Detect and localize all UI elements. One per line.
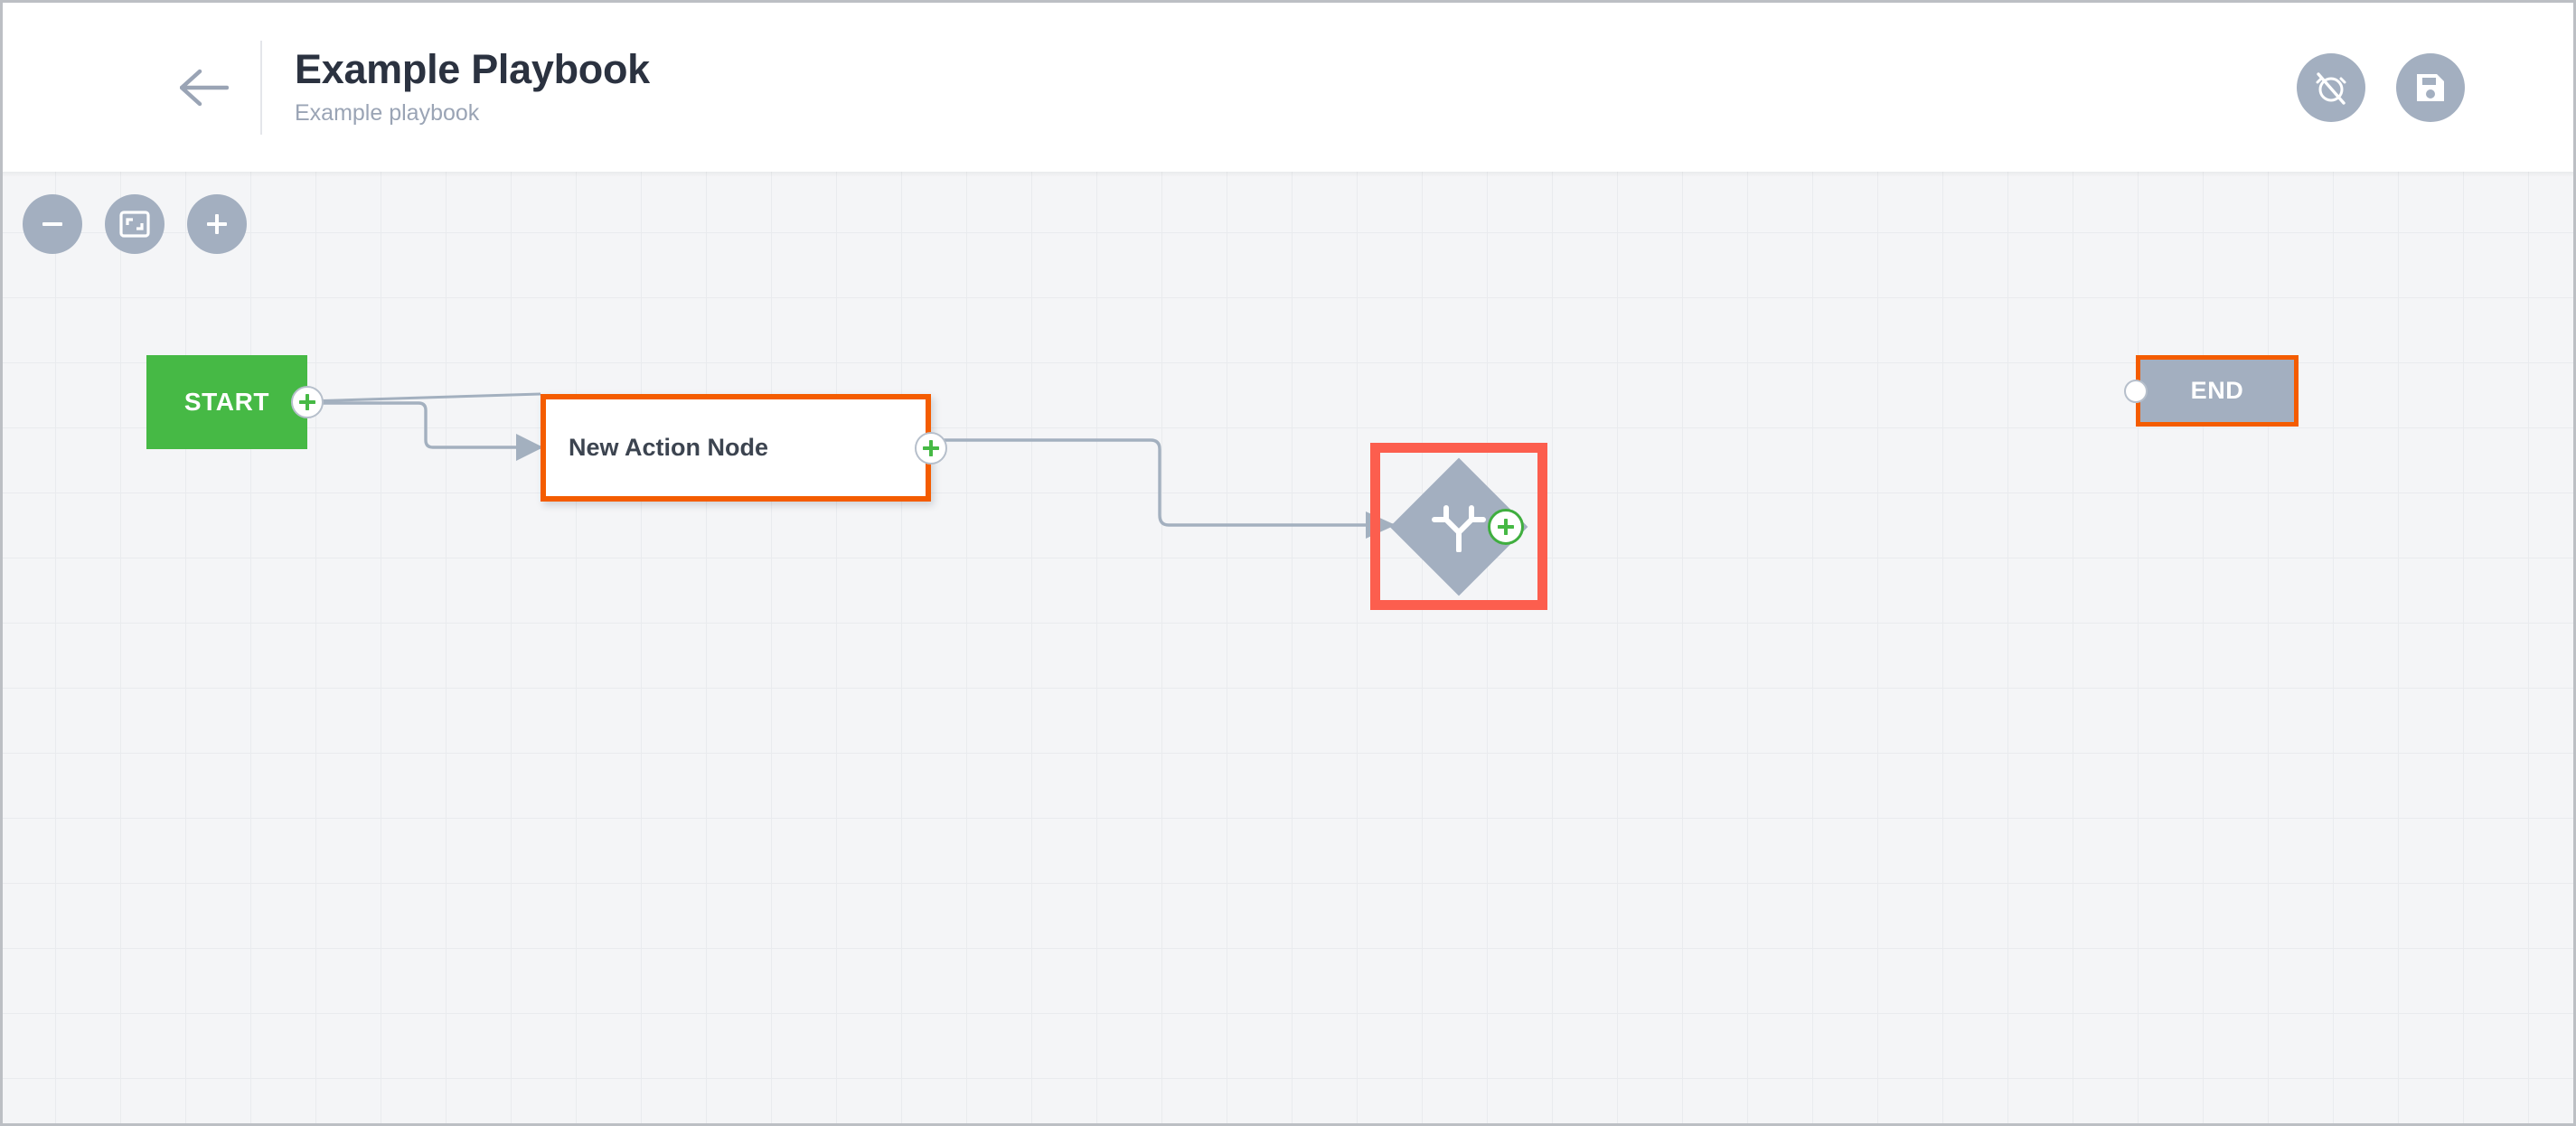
minus-icon	[38, 210, 67, 239]
playbook-designer-window: Example Playbook Example playbook START …	[0, 0, 2576, 1126]
zoom-in-button[interactable]	[187, 194, 247, 254]
edge-action-to-decision	[943, 438, 1413, 539]
alarm-off-button[interactable]	[2297, 52, 2365, 122]
action-node-add-handle[interactable]	[915, 432, 947, 464]
start-node-add-handle[interactable]	[291, 386, 324, 418]
flow-node-start-label: START	[183, 388, 270, 416]
header-title-block: Example Playbook Example playbook	[295, 48, 650, 127]
page-title: Example Playbook	[295, 45, 650, 92]
flow-node-end-label: END	[2190, 377, 2244, 404]
plus-icon	[923, 440, 939, 456]
page-subtitle: Example playbook	[295, 100, 480, 127]
zoom-out-button[interactable]	[23, 194, 82, 254]
flow-edges	[306, 392, 1413, 539]
header-actions	[2297, 52, 2465, 122]
arrow-left-icon	[180, 69, 229, 107]
flow-node-action-label: New Action Node	[569, 434, 769, 461]
app-header: Example Playbook Example playbook	[3, 3, 2573, 172]
decision-node-add-handle[interactable]	[1488, 509, 1524, 545]
back-button[interactable]	[161, 44, 248, 131]
flow-node-start[interactable]: START	[146, 355, 307, 449]
flow-node-action[interactable]: New Action Node	[541, 394, 931, 502]
fit-to-screen-button[interactable]	[105, 194, 165, 254]
plus-icon	[202, 210, 231, 239]
flow-node-end[interactable]: END	[2136, 355, 2299, 427]
flow-canvas[interactable]: START New Action Node END	[3, 172, 2573, 1123]
zoom-controls	[23, 194, 247, 254]
floppy-disk-icon	[2414, 71, 2447, 104]
save-button[interactable]	[2396, 52, 2465, 122]
fit-screen-icon	[119, 211, 150, 238]
header-divider	[260, 40, 262, 135]
plus-icon	[299, 394, 315, 410]
alarm-off-icon	[2313, 70, 2349, 106]
edge-start-to-action-straight	[306, 392, 541, 403]
plus-icon	[1498, 519, 1514, 535]
end-node-target-handle[interactable]	[2124, 380, 2148, 403]
canvas-top-shadow	[3, 172, 2573, 177]
